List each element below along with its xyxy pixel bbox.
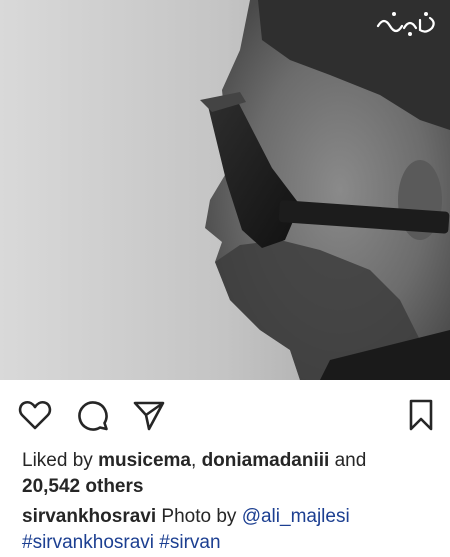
caption-mention[interactable]: @ali_majlesi bbox=[242, 506, 350, 527]
likes-count[interactable]: 20,542 others bbox=[22, 476, 143, 497]
liker-username[interactable]: doniamadaniii bbox=[202, 450, 330, 471]
caption-hashtag[interactable]: #sirvankhosravi bbox=[22, 532, 154, 553]
bookmark-icon[interactable] bbox=[404, 398, 438, 432]
post-photo-artwork bbox=[0, 0, 450, 380]
caption-username[interactable]: sirvankhosravi bbox=[22, 506, 156, 527]
comment-icon[interactable] bbox=[76, 398, 110, 432]
caption-text: Photo by bbox=[161, 506, 237, 527]
likes-summary: Liked by musicema, doniamadaniii and 20,… bbox=[22, 448, 432, 500]
likes-and: and bbox=[334, 450, 367, 471]
heart-icon[interactable] bbox=[18, 398, 52, 432]
send-icon[interactable] bbox=[132, 398, 166, 432]
likes-prefix: Liked by bbox=[22, 450, 93, 471]
caption-hashtag[interactable]: #sirvan bbox=[159, 532, 220, 553]
liker-username[interactable]: musicema bbox=[98, 450, 191, 471]
watermark-logo bbox=[374, 8, 440, 38]
post-caption: sirvankhosravi Photo by @ali_majlesi #si… bbox=[22, 504, 442, 556]
post-photo[interactable] bbox=[0, 0, 450, 380]
post-action-bar bbox=[0, 380, 450, 442]
likes-separator: , bbox=[191, 450, 197, 471]
